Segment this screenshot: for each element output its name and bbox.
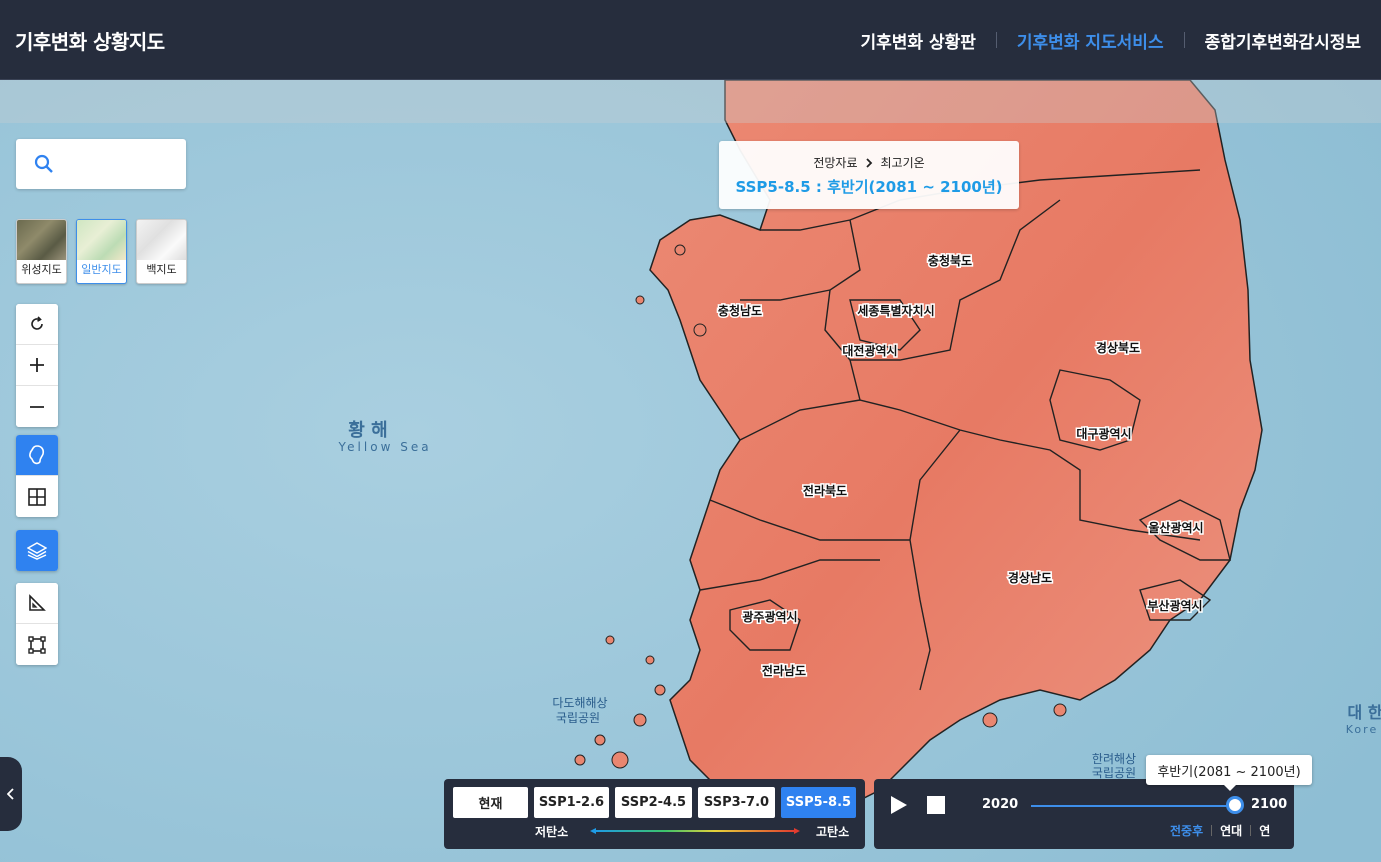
timeline-tooltip: 후반기(2081 ~ 2100년) <box>1146 755 1312 791</box>
province-label: 경상북도 <box>1096 340 1140 355</box>
blank-thumbnail <box>137 220 186 260</box>
scenario-button-ssp370[interactable]: SSP3-7.0 <box>698 787 775 818</box>
timeline-start-year: 2020 <box>982 797 1019 812</box>
reset-view-button[interactable] <box>16 304 58 345</box>
search-box[interactable] <box>16 139 186 189</box>
measure-controls <box>16 583 58 665</box>
east-sea-label-kr: 대 한 <box>1347 703 1381 722</box>
layers-button[interactable] <box>16 530 58 571</box>
park-label: 한려해상 <box>1092 752 1136 766</box>
province-label: 충청북도 <box>928 253 972 268</box>
refresh-icon <box>31 316 43 330</box>
carbon-gradient-arrow <box>590 828 800 834</box>
layers-icon <box>27 541 47 560</box>
timeline-end-year: 2100 <box>1251 797 1288 812</box>
region-boundary-button[interactable] <box>16 435 58 476</box>
breadcrumb-category: 전망자료 <box>813 156 858 170</box>
province-label: 부산광역시 <box>1147 598 1202 613</box>
region-mode-controls <box>16 435 58 517</box>
header-shadow-bar <box>0 80 1381 123</box>
grid-mode-button[interactable] <box>16 476 58 517</box>
stop-button[interactable] <box>927 796 945 814</box>
top-header: 기후변화 상황지도 기후변화 상황판 기후변화 지도서비스 종합기후변화감시정보 <box>0 0 1381 80</box>
minus-icon <box>30 405 44 408</box>
time-mode-period[interactable]: 전중후 <box>1170 822 1203 839</box>
basemap-blank[interactable]: 백지도 <box>136 219 187 284</box>
basemap-satellite[interactable]: 위성지도 <box>16 219 67 284</box>
chevron-left-icon <box>7 788 14 800</box>
scenario-button-ssp245[interactable]: SSP2-4.5 <box>615 787 692 818</box>
high-carbon-label: 고탄소 <box>816 825 850 839</box>
park-label: 국립공원 <box>556 711 600 725</box>
nav-monitoring-info[interactable]: 종합기후변화감시정보 <box>1185 28 1381 53</box>
satellite-thumbnail <box>17 220 66 260</box>
nav-map-service[interactable]: 기후변화 지도서비스 <box>997 28 1184 53</box>
grid-icon <box>28 487 46 506</box>
basemap-label: 백지도 <box>146 263 177 276</box>
scenario-period-title: SSP5-8.5 : 후반기(2081 ~ 2100년) <box>735 178 1003 196</box>
korea-shape-icon <box>29 445 45 465</box>
brand-title[interactable]: 기후변화 상황지도 <box>15 26 165 55</box>
time-mode-decade[interactable]: 연대 <box>1220 822 1242 839</box>
scenario-button-ssp585[interactable]: SSP5-8.5 <box>781 787 856 818</box>
sea-label-en: Yellow Sea <box>337 440 431 454</box>
play-button[interactable] <box>890 795 910 817</box>
scenario-panel: 현재 SSP1-2.6 SSP2-4.5 SSP3-7.0 SSP5-8.5 저… <box>444 779 865 849</box>
province-label: 경상남도 <box>1008 570 1052 585</box>
zoom-out-button[interactable] <box>16 386 58 427</box>
province-label: 대구광역시 <box>1076 426 1131 441</box>
time-mode-tabs: 전중후 연대 연 <box>1170 822 1270 839</box>
province-label: 전라남도 <box>762 663 806 678</box>
search-icon <box>34 154 53 173</box>
zoom-in-button[interactable] <box>16 345 58 386</box>
province-label: 전라북도 <box>803 483 847 498</box>
ruler-triangle-icon <box>29 594 46 611</box>
breadcrumb: 전망자료 최고기온 <box>719 154 1019 171</box>
layer-controls <box>16 530 58 571</box>
stop-icon <box>927 796 945 814</box>
basemap-switcher: 위성지도 일반지도 백지도 <box>16 219 187 284</box>
mode-divider <box>1250 825 1252 836</box>
scenario-button-ssp126[interactable]: SSP1-2.6 <box>534 787 609 818</box>
side-panel-toggle[interactable] <box>0 757 22 831</box>
mode-divider <box>1211 825 1213 836</box>
sea-label-kr: 황 해 <box>348 420 387 441</box>
general-thumbnail <box>77 220 126 260</box>
province-label: 광주광역시 <box>742 609 797 624</box>
area-select-icon <box>28 635 46 654</box>
search-input[interactable] <box>64 156 174 172</box>
timeline-slider-handle[interactable] <box>1226 796 1244 814</box>
scenario-buttons: 현재 SSP1-2.6 SSP2-4.5 SSP3-7.0 SSP5-8.5 <box>453 787 856 818</box>
province-label: 대전광역시 <box>842 343 897 358</box>
scenario-button-current[interactable]: 현재 <box>453 787 528 818</box>
measure-distance-button[interactable] <box>16 583 58 624</box>
play-icon <box>891 796 907 814</box>
chevron-right-icon <box>865 157 872 168</box>
main-nav: 기후변화 상황판 기후변화 지도서비스 종합기후변화감시정보 <box>841 0 1381 80</box>
park-label: 다도해해상 <box>552 696 607 710</box>
nav-dashboard[interactable]: 기후변화 상황판 <box>841 28 996 53</box>
east-sea-label-en: Kore <box>1346 723 1378 736</box>
time-mode-year[interactable]: 연 <box>1259 822 1270 839</box>
timeline-slider-track[interactable] <box>1031 805 1236 807</box>
province-label: 세종특별자치시 <box>857 303 934 318</box>
province-label: 울산광역시 <box>1148 520 1203 535</box>
scenario-info-box: 전망자료 최고기온 SSP5-8.5 : 후반기(2081 ~ 2100년) <box>719 141 1019 209</box>
basemap-label: 일반지도 <box>81 263 122 276</box>
basemap-general[interactable]: 일반지도 <box>76 219 127 284</box>
map-canvas[interactable]: 황 해 Yellow Sea 대 한 Kore 다도해해상 국립공원 한려해상 … <box>0 0 1381 862</box>
measure-area-button[interactable] <box>16 624 58 665</box>
low-carbon-label: 저탄소 <box>535 825 569 839</box>
basemap-label: 위성지도 <box>21 263 62 276</box>
plus-icon <box>30 358 44 372</box>
breadcrumb-variable: 최고기온 <box>880 156 925 170</box>
park-label: 국립공원 <box>1092 766 1136 780</box>
zoom-controls <box>16 304 58 427</box>
province-label: 충청남도 <box>718 303 762 318</box>
